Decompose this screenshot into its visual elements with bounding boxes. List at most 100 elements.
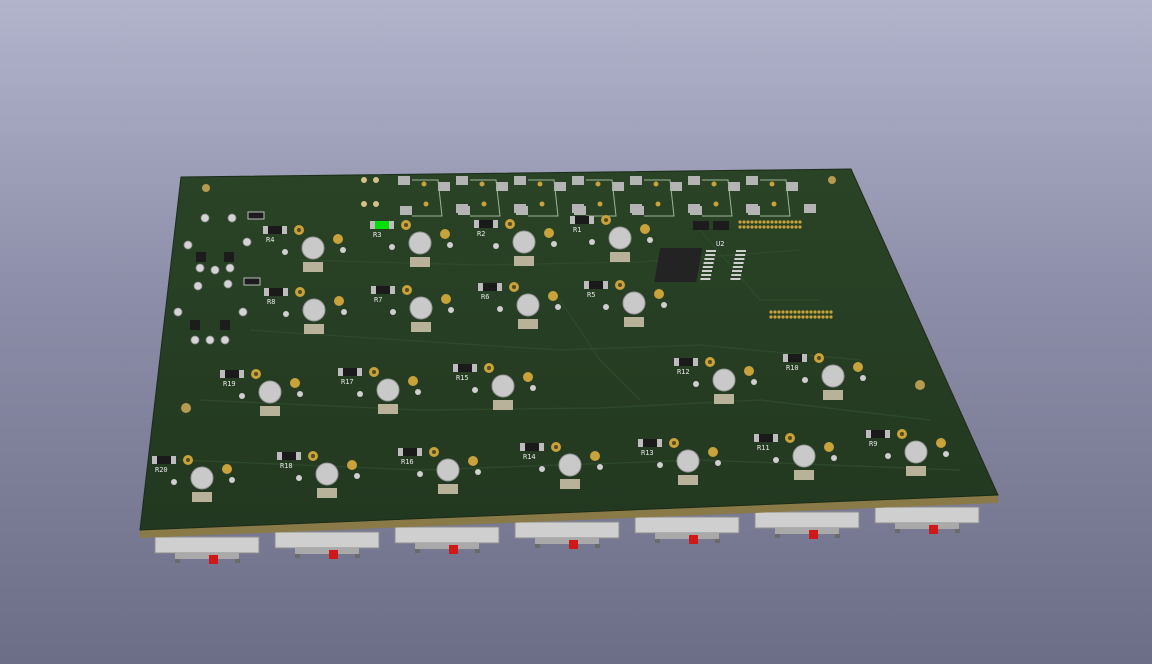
- switch-rect-pad: [678, 475, 698, 485]
- switch-footprint-pad: [622, 291, 646, 315]
- connector-via: [479, 181, 485, 187]
- resistor-body: [479, 220, 493, 228]
- via-hole: [405, 288, 409, 292]
- header-pad: [742, 220, 746, 224]
- pin: [242, 237, 252, 247]
- resistor-label: R7: [374, 296, 382, 304]
- switch-base: [775, 528, 839, 534]
- resistor-pad: [754, 434, 759, 442]
- tactile-switch[interactable]: [274, 531, 380, 559]
- resistor-label: R11: [757, 444, 770, 452]
- header-pad: [774, 225, 778, 229]
- ic-pin: [704, 258, 715, 260]
- switch-body: [394, 526, 500, 544]
- switch-pin: [539, 466, 545, 472]
- header-pad: [782, 225, 786, 229]
- ic-pin: [734, 258, 745, 260]
- switch-pin: [773, 457, 779, 463]
- header-pad: [762, 225, 766, 229]
- resistor-pad: [453, 364, 458, 372]
- tactile-switch[interactable]: [514, 521, 620, 549]
- resistor-body: [589, 281, 603, 289]
- header-pad: [817, 315, 821, 319]
- switch-rect-pad: [560, 479, 580, 489]
- switch-pin: [597, 464, 603, 470]
- switch-base: [895, 523, 959, 529]
- resistor-pad: [338, 368, 343, 376]
- via-hole: [432, 450, 436, 454]
- resistor-pad: [783, 354, 788, 362]
- switch-pin: [341, 309, 347, 315]
- switch-pin: [693, 381, 699, 387]
- header-pad: [781, 310, 785, 314]
- switch-rect-pad: [260, 406, 280, 416]
- tactile-switch[interactable]: [154, 536, 260, 564]
- header-pad: [738, 225, 742, 229]
- connector-pad: [572, 176, 584, 185]
- small-resistor: [247, 211, 265, 220]
- resistor-body: [643, 439, 657, 447]
- header-pad: [829, 315, 833, 319]
- switch-pad: [654, 289, 664, 299]
- switch-pin: [415, 389, 421, 395]
- switch-pad: [290, 378, 300, 388]
- switch-actuator: [809, 530, 818, 539]
- resistor-pad: [802, 354, 807, 362]
- switch-pin: [860, 375, 866, 381]
- pcb-3d-render[interactable]: U2 R4 R3 R2 R1 R8 R7 R6 R5 R19 R17 R15 R12 R10 R20 R18…: [0, 0, 1152, 664]
- via-hole: [788, 436, 792, 440]
- resistor-body: [759, 434, 773, 442]
- connector-pad: [786, 182, 798, 191]
- tactile-switch[interactable]: [394, 526, 500, 554]
- connector-pad: [670, 182, 682, 191]
- switch-actuator: [329, 550, 338, 559]
- transistor-body: [224, 252, 234, 262]
- resistor-pad: [493, 220, 498, 228]
- tactile-switch[interactable]: [754, 511, 860, 539]
- switch-leg: [235, 559, 240, 563]
- switch-rect-pad: [794, 470, 814, 480]
- switch-rect-pad: [410, 257, 430, 267]
- switch-pin: [229, 477, 235, 483]
- switch-pin: [551, 241, 557, 247]
- resistor-pad: [603, 281, 608, 289]
- tactile-switch[interactable]: [874, 506, 980, 534]
- connector-pad: [554, 182, 566, 191]
- header-pad: [793, 315, 797, 319]
- switch-pin: [657, 462, 663, 468]
- header-pad: [813, 310, 817, 314]
- switch-base: [295, 548, 359, 554]
- switch-rect-pad: [610, 252, 630, 262]
- connector-via: [711, 181, 717, 187]
- pin: [190, 335, 200, 345]
- header-pad: [793, 310, 797, 314]
- switch-pin: [390, 309, 396, 315]
- switch-pin: [661, 302, 667, 308]
- resistor-pad: [371, 286, 376, 294]
- resistor-label: R10: [786, 364, 799, 372]
- header-pad: [770, 225, 774, 229]
- switch-rect-pad: [514, 256, 534, 266]
- header-pad: [786, 225, 790, 229]
- switch-footprint-pad: [409, 296, 433, 320]
- ic-pin: [736, 250, 746, 252]
- switch-actuator: [689, 535, 698, 544]
- connector-pad: [516, 206, 528, 215]
- switch-pad: [334, 296, 344, 306]
- switch-pad: [408, 376, 418, 386]
- switch-leg: [355, 554, 360, 558]
- ic-pin: [705, 254, 716, 256]
- header-pad: [794, 220, 798, 224]
- resistor-body: [225, 370, 239, 378]
- switch-footprint-pad: [821, 364, 845, 388]
- tactile-switch[interactable]: [634, 516, 740, 544]
- resistor-pad: [171, 456, 176, 464]
- resistor-pad: [773, 434, 778, 442]
- header-pad: [778, 225, 782, 229]
- 3d-viewer-viewport[interactable]: U2 R4 R3 R2 R1 R8 R7 R6 R5 R19 R17 R15 R12 R10 R20 R18…: [0, 0, 1152, 664]
- ic-pin: [703, 262, 714, 264]
- switch-pad: [590, 451, 600, 461]
- switch-leg: [595, 544, 600, 548]
- resistor-pad: [478, 283, 483, 291]
- connector-pad: [400, 206, 412, 215]
